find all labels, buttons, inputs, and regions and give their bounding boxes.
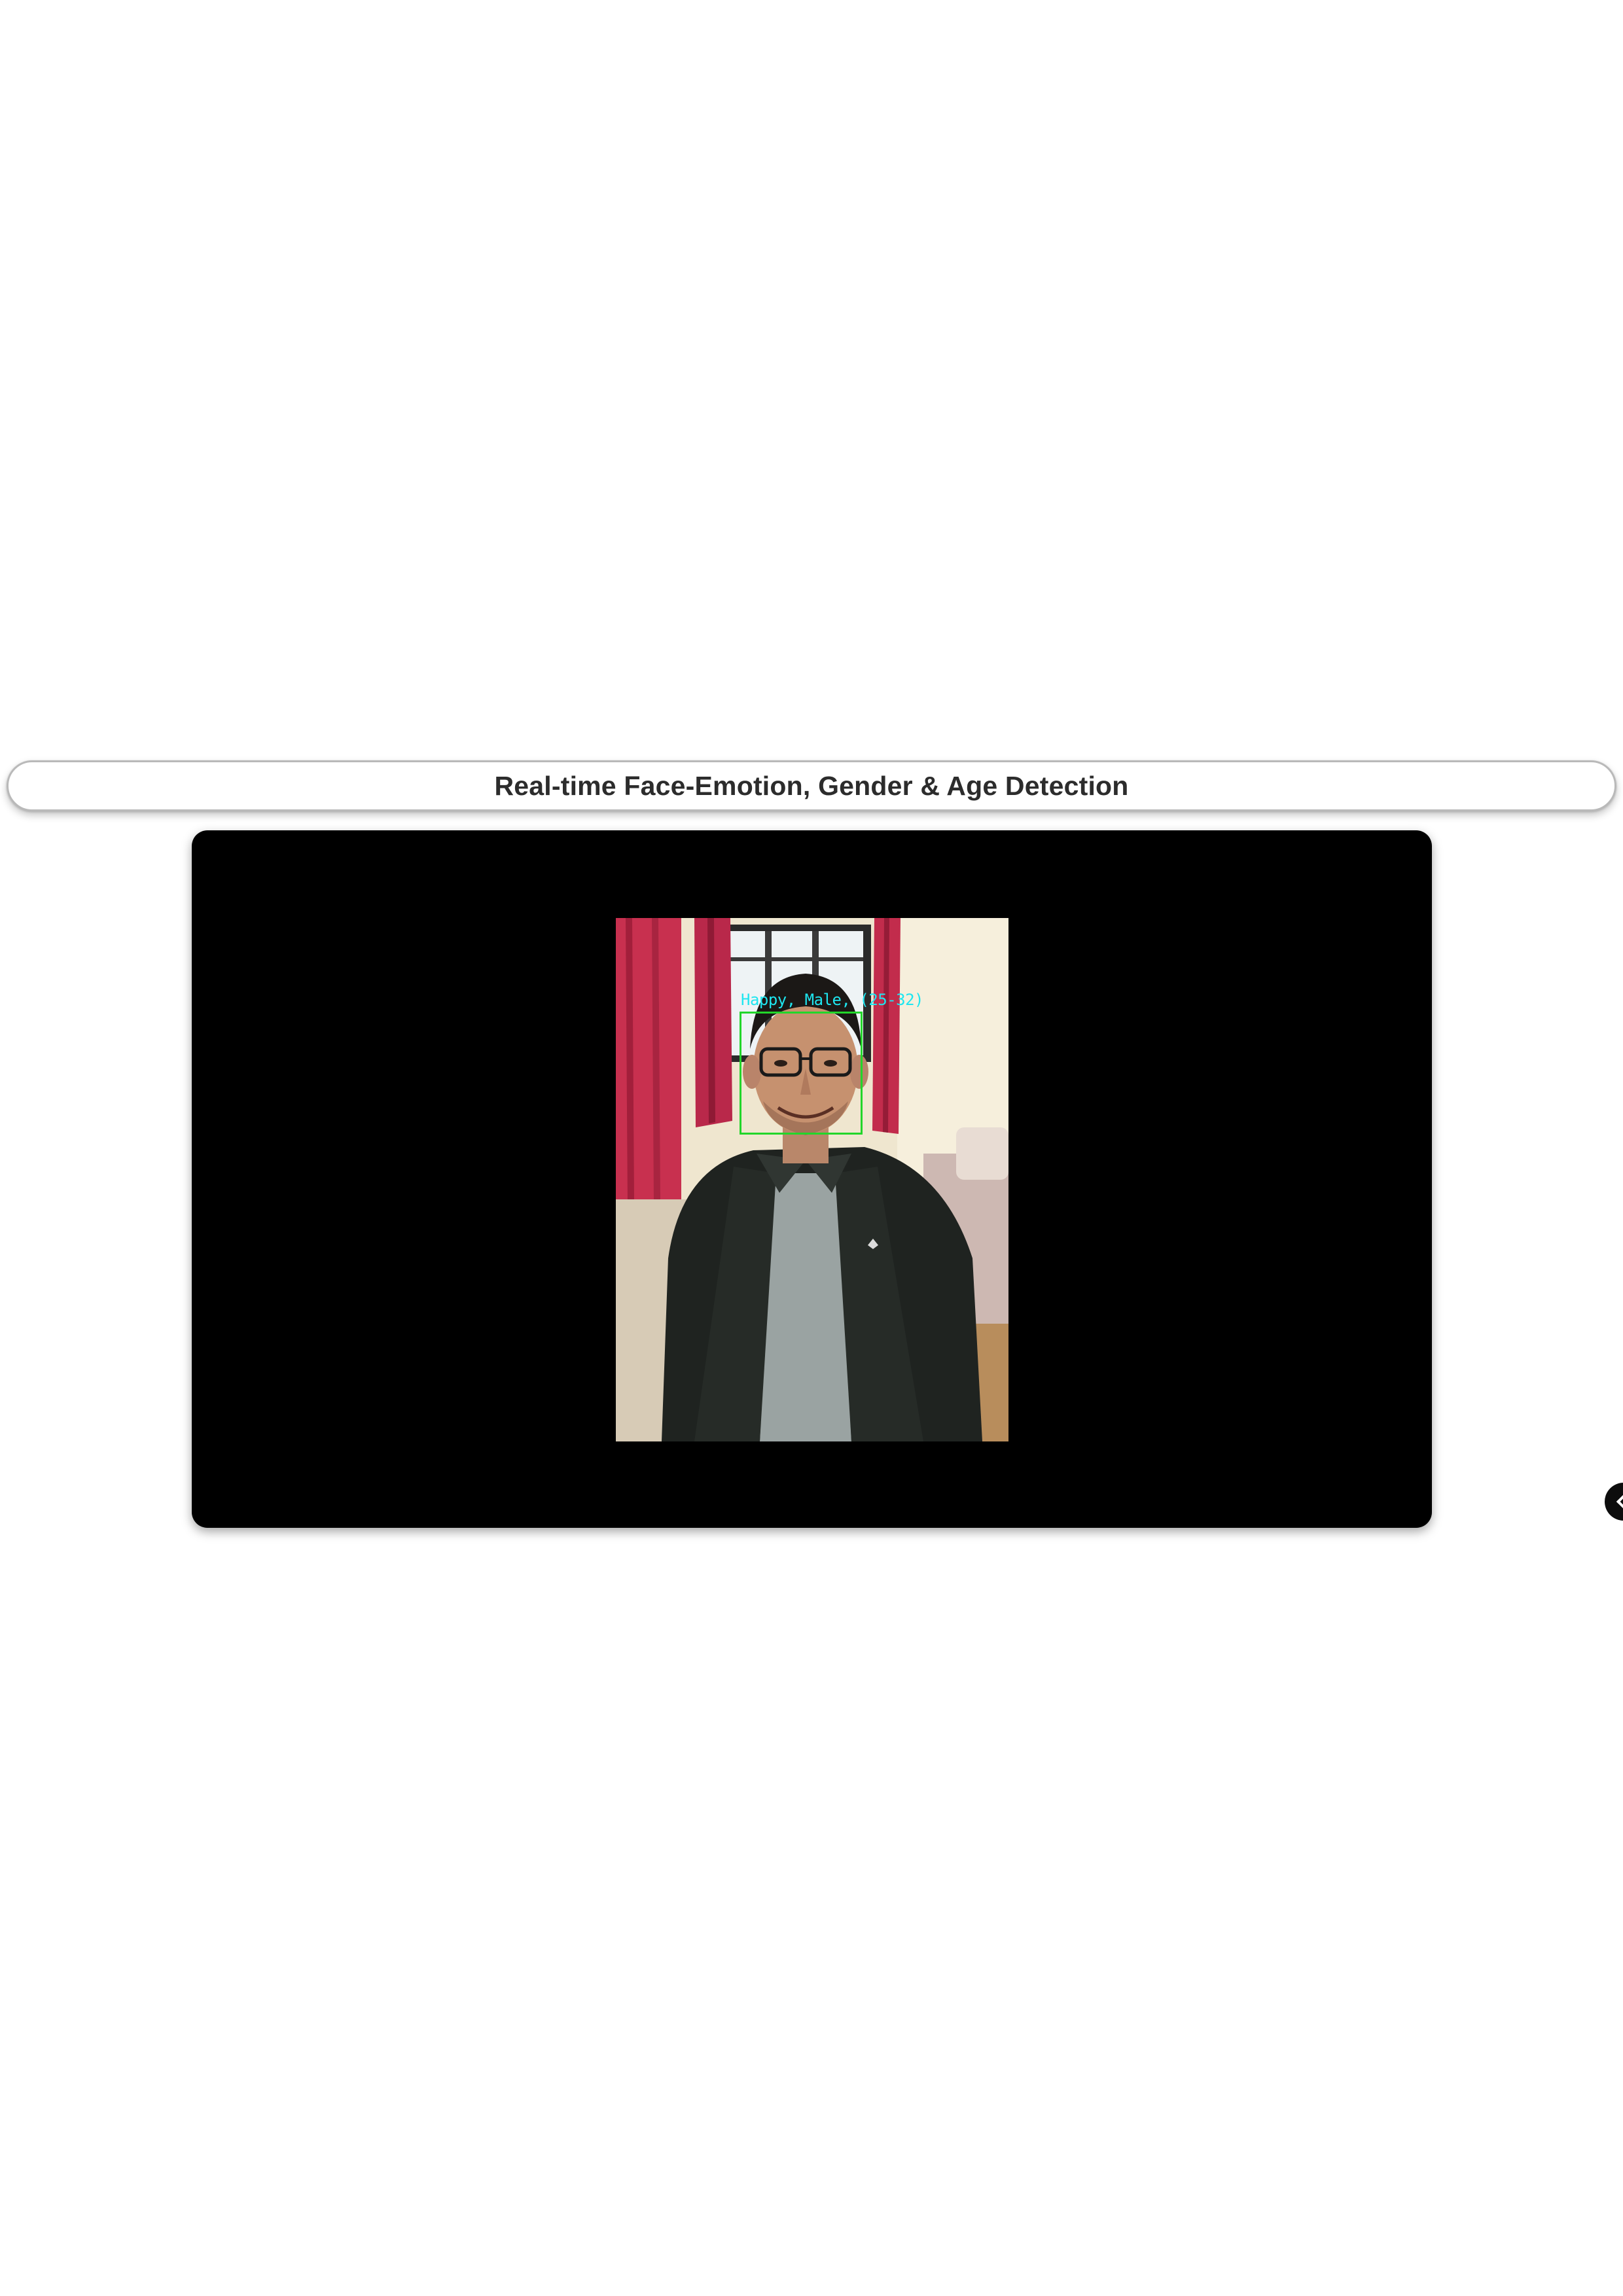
arrow-glyph bbox=[1616, 1492, 1623, 1511]
face-bounding-box bbox=[740, 1012, 863, 1135]
webcam-feed: Happy, Male, (25-32) bbox=[616, 918, 1008, 1441]
video-panel: Happy, Male, (25-32) bbox=[192, 830, 1432, 1528]
page-title: Real-time Face-Emotion, Gender & Age Det… bbox=[494, 770, 1129, 801]
detection-label: Happy, Male, (25-32) bbox=[741, 991, 923, 1009]
page-header: Real-time Face-Emotion, Gender & Age Det… bbox=[7, 760, 1616, 811]
chevron-left-icon[interactable] bbox=[1605, 1483, 1623, 1521]
